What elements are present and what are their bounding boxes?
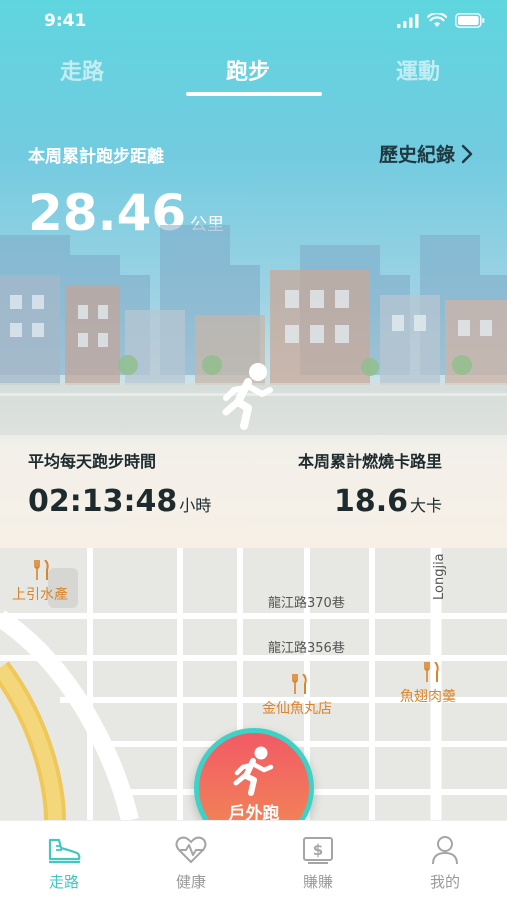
avg-time-display: 02:13:48 小時 <box>28 484 211 519</box>
nav-earn-label: 賺賺 <box>302 873 333 891</box>
user-icon <box>432 836 458 865</box>
poi-label-3: 魚翅肉羹 <box>400 689 456 705</box>
hero-panel: 9:41 走路 跑步 運動 本周累計跑步距離 歷史紀錄 28.46 平均每天跑步… <box>0 0 507 548</box>
calorie-label: 本周累計燃燒卡路里 <box>298 452 443 471</box>
nav-me[interactable]: 我的 <box>405 833 485 892</box>
battery-icon <box>455 13 485 28</box>
nav-walk-label: 走路 <box>48 873 79 891</box>
status-time: 9:41 <box>44 11 87 31</box>
map-label-street: Longjia <box>432 553 447 600</box>
status-bar: 9:41 <box>0 0 507 44</box>
tab-sport[interactable]: 運動 <box>396 54 440 86</box>
poi-label-2: 金仙魚丸店 <box>262 701 332 717</box>
runner-icon <box>222 363 273 430</box>
calorie-value: 18.6 <box>334 484 409 519</box>
fork-knife-icon <box>34 560 49 580</box>
running-person-icon <box>233 746 274 796</box>
calorie-unit: 大卡 <box>410 496 443 515</box>
sneaker-icon <box>48 838 81 864</box>
avg-time-label: 平均每天跑步時間 <box>28 452 157 471</box>
fork-knife-icon <box>292 674 307 694</box>
svg-text:$: $ <box>313 841 323 859</box>
map-label-road1: 龍江路370巷 <box>268 596 345 611</box>
fork-knife-icon <box>424 662 439 682</box>
tab-run[interactable]: 跑步 <box>226 54 270 86</box>
heart-pulse-icon <box>175 836 207 864</box>
signal-icon <box>397 13 419 28</box>
activity-tabs: 走路 跑步 運動 <box>0 48 507 98</box>
nav-earn[interactable]: $ 賺賺 <box>278 833 358 892</box>
nav-walk[interactable]: 走路 <box>24 833 104 892</box>
chevron-right-icon <box>461 144 473 163</box>
map-label-road2: 龍江路356巷 <box>268 641 345 656</box>
nav-health[interactable]: 健康 <box>151 833 231 892</box>
avg-time-value: 02:13:48 <box>28 484 178 519</box>
tab-walk[interactable]: 走路 <box>60 54 104 86</box>
poi-label-1: 上引水產 <box>12 587 68 603</box>
week-distance-label: 本周累計跑步距離 <box>28 147 164 167</box>
nav-me-label: 我的 <box>429 873 460 891</box>
dollar-icon: $ <box>303 837 333 864</box>
history-link[interactable]: 歷史紀錄 <box>379 140 473 167</box>
nav-health-label: 健康 <box>175 873 206 891</box>
tab-underline <box>186 92 322 96</box>
history-label: 歷史紀錄 <box>378 144 455 166</box>
avg-time-unit: 小時 <box>179 496 212 515</box>
wifi-icon <box>427 13 447 27</box>
bottom-nav: 走路 健康 $ 賺賺 我的 <box>0 820 507 900</box>
calorie-display: 18.6 大卡 <box>334 484 442 519</box>
status-icons <box>397 13 485 28</box>
